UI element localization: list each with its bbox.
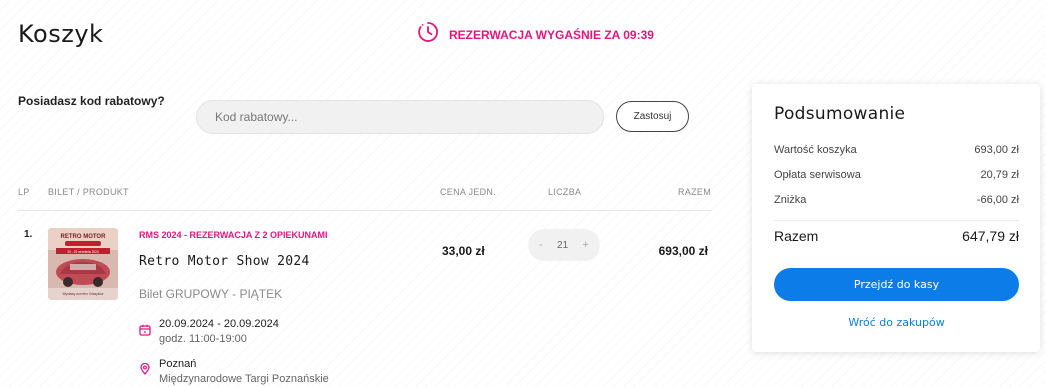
header-product: BILET / PRODUKT	[48, 187, 129, 197]
checkout-button[interactable]: Przejdź do kasy	[774, 268, 1019, 301]
location-pin-icon	[139, 362, 151, 380]
event-hours: godz. 11:00-19:00	[159, 333, 247, 345]
product-subtitle: RMS 2024 - REZERWACJA Z 2 OPIEKUNAMI	[139, 230, 328, 240]
decrease-quantity-button[interactable]: -	[539, 239, 543, 251]
summary-value: 693,00 zł	[974, 144, 1019, 156]
clock-icon	[417, 21, 439, 48]
quantity-stepper[interactable]: - 21 +	[528, 229, 600, 261]
event-date-range: 20.09.2024 - 20.09.2024	[159, 318, 279, 330]
summary-card: Podsumowanie Wartość koszyka 693,00 zł O…	[752, 84, 1040, 352]
header-quantity: LICZBA	[548, 187, 582, 197]
summary-total-value: 647,79 zł	[962, 228, 1019, 244]
summary-label: Zniżka	[774, 194, 807, 206]
thumbnail-tagline: Wystawy aut retro i klasyków	[63, 292, 105, 296]
summary-value: 20,79 zł	[980, 169, 1019, 181]
row-number: 1.	[24, 229, 33, 240]
calendar-icon	[139, 323, 151, 341]
ticket-type: Bilet GRUPOWY - PIĄTEK	[139, 287, 283, 301]
thumbnail-date-band: 20 - 22 września 2024	[67, 250, 99, 254]
summary-value: -66,00 zł	[976, 194, 1019, 206]
table-divider	[18, 210, 712, 211]
summary-total: Razem 647,79 zł	[774, 228, 1019, 244]
summary-line-discount: Zniżka -66,00 zł	[774, 194, 1019, 206]
product-thumbnail[interactable]: RETRO MOTOR 20 - 22 września 2024 Wystaw…	[48, 228, 118, 300]
summary-divider	[774, 220, 1019, 221]
summary-label: Opłata serwisowa	[774, 169, 861, 181]
back-to-shopping-link[interactable]: Wróć do zakupów	[774, 316, 1019, 329]
summary-label: Wartość koszyka	[774, 144, 857, 156]
apply-promo-button[interactable]: Zastosuj	[616, 101, 689, 132]
product-name[interactable]: Retro Motor Show 2024	[139, 254, 310, 269]
page-title: Koszyk	[18, 20, 104, 48]
summary-title: Podsumowanie	[774, 104, 906, 124]
summary-line-service-fee: Opłata serwisowa 20,79 zł	[774, 169, 1019, 181]
header-unit-price: CENA JEDN.	[440, 187, 497, 197]
quantity-value: 21	[557, 239, 569, 251]
header-total: RAZEM	[678, 187, 711, 197]
summary-line-cart-value: Wartość koszyka 693,00 zł	[774, 144, 1019, 156]
promo-code-input[interactable]	[196, 100, 604, 134]
increase-quantity-button[interactable]: +	[583, 239, 589, 251]
reservation-timer: REZERWACJA WYGAŚNIE ZA 09:39	[417, 21, 654, 48]
summary-total-label: Razem	[774, 228, 819, 244]
thumbnail-logo-text: RETRO MOTOR	[61, 234, 107, 240]
timer-text: REZERWACJA WYGAŚNIE ZA 09:39	[449, 27, 654, 42]
promo-label: Posiadasz kod rabatowy?	[18, 94, 165, 108]
header-lp: LP	[18, 187, 30, 197]
event-city: Poznań	[159, 358, 197, 370]
unit-price: 33,00 zł	[442, 244, 485, 258]
row-total: 693,00 zł	[658, 244, 708, 258]
event-venue: Międzynarodowe Targi Poznańskie	[159, 373, 329, 385]
